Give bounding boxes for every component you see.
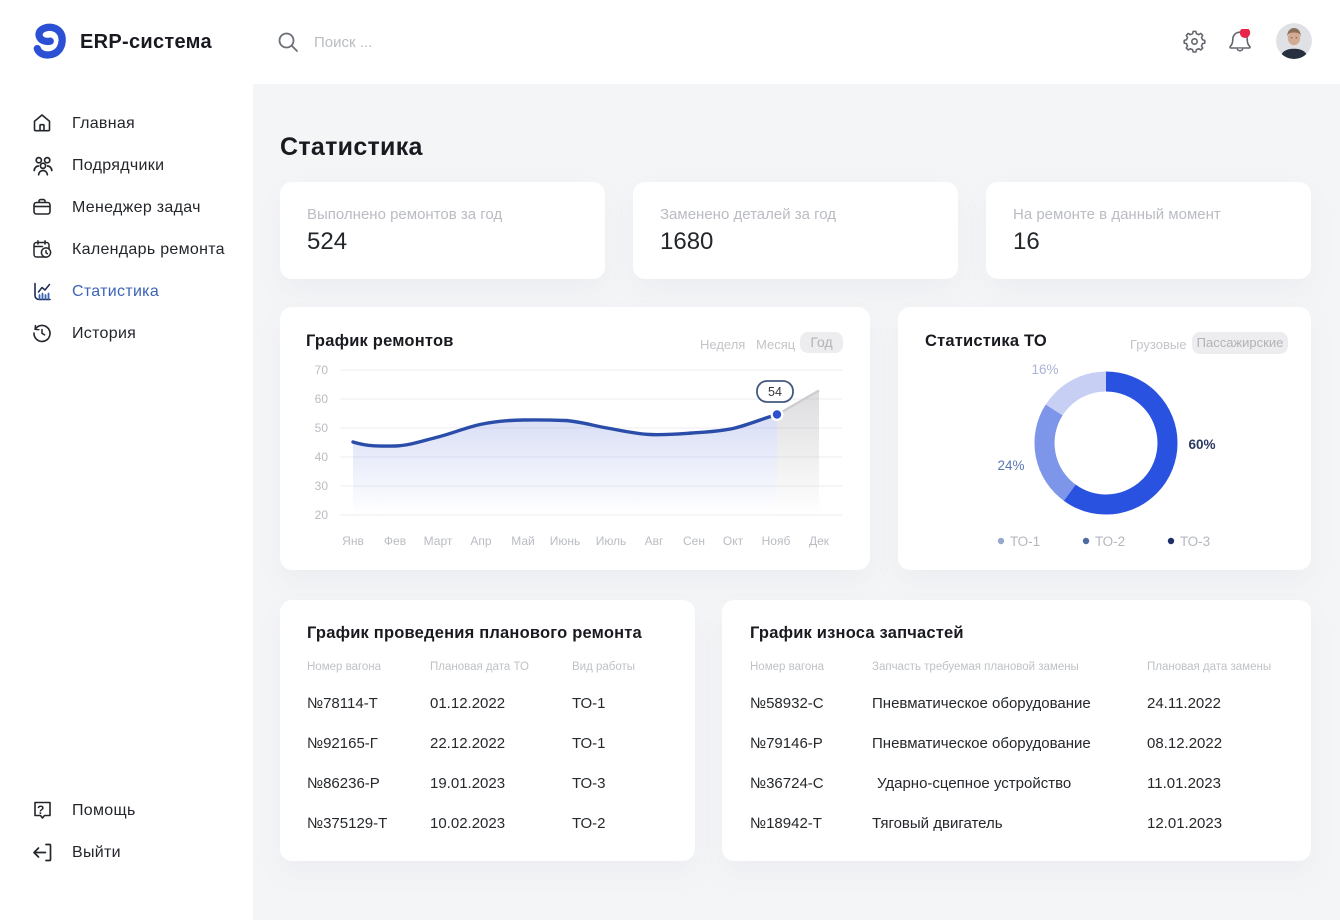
svg-text:70: 70 <box>315 363 329 377</box>
svg-text:Март: Март <box>424 534 453 548</box>
svg-text:24%: 24% <box>997 458 1024 473</box>
svg-text:Авг: Авг <box>645 534 664 548</box>
svg-text:30: 30 <box>315 479 329 493</box>
svg-text:Апр: Апр <box>470 534 492 548</box>
svg-text:50: 50 <box>315 421 329 435</box>
svg-text:20: 20 <box>315 508 329 522</box>
svg-text:Фев: Фев <box>384 534 406 548</box>
svg-text:16%: 16% <box>1031 362 1058 377</box>
svg-text:ТО-3: ТО-3 <box>1180 534 1210 549</box>
svg-text:Янв: Янв <box>342 534 364 548</box>
svg-text:Сен: Сен <box>683 534 705 548</box>
svg-text:54: 54 <box>768 385 782 399</box>
svg-text:Окт: Окт <box>723 534 744 548</box>
svg-text:Июнь: Июнь <box>550 534 581 548</box>
svg-text:ТО-1: ТО-1 <box>1010 534 1040 549</box>
svg-text:Нояб: Нояб <box>762 534 791 548</box>
svg-text:60%: 60% <box>1188 437 1215 452</box>
svg-text:Дек: Дек <box>809 534 830 548</box>
svg-text:ТО-2: ТО-2 <box>1095 534 1125 549</box>
svg-text:Май: Май <box>511 534 535 548</box>
svg-text:40: 40 <box>315 450 329 464</box>
svg-text:Июль: Июль <box>596 534 627 548</box>
svg-text:60: 60 <box>315 392 329 406</box>
